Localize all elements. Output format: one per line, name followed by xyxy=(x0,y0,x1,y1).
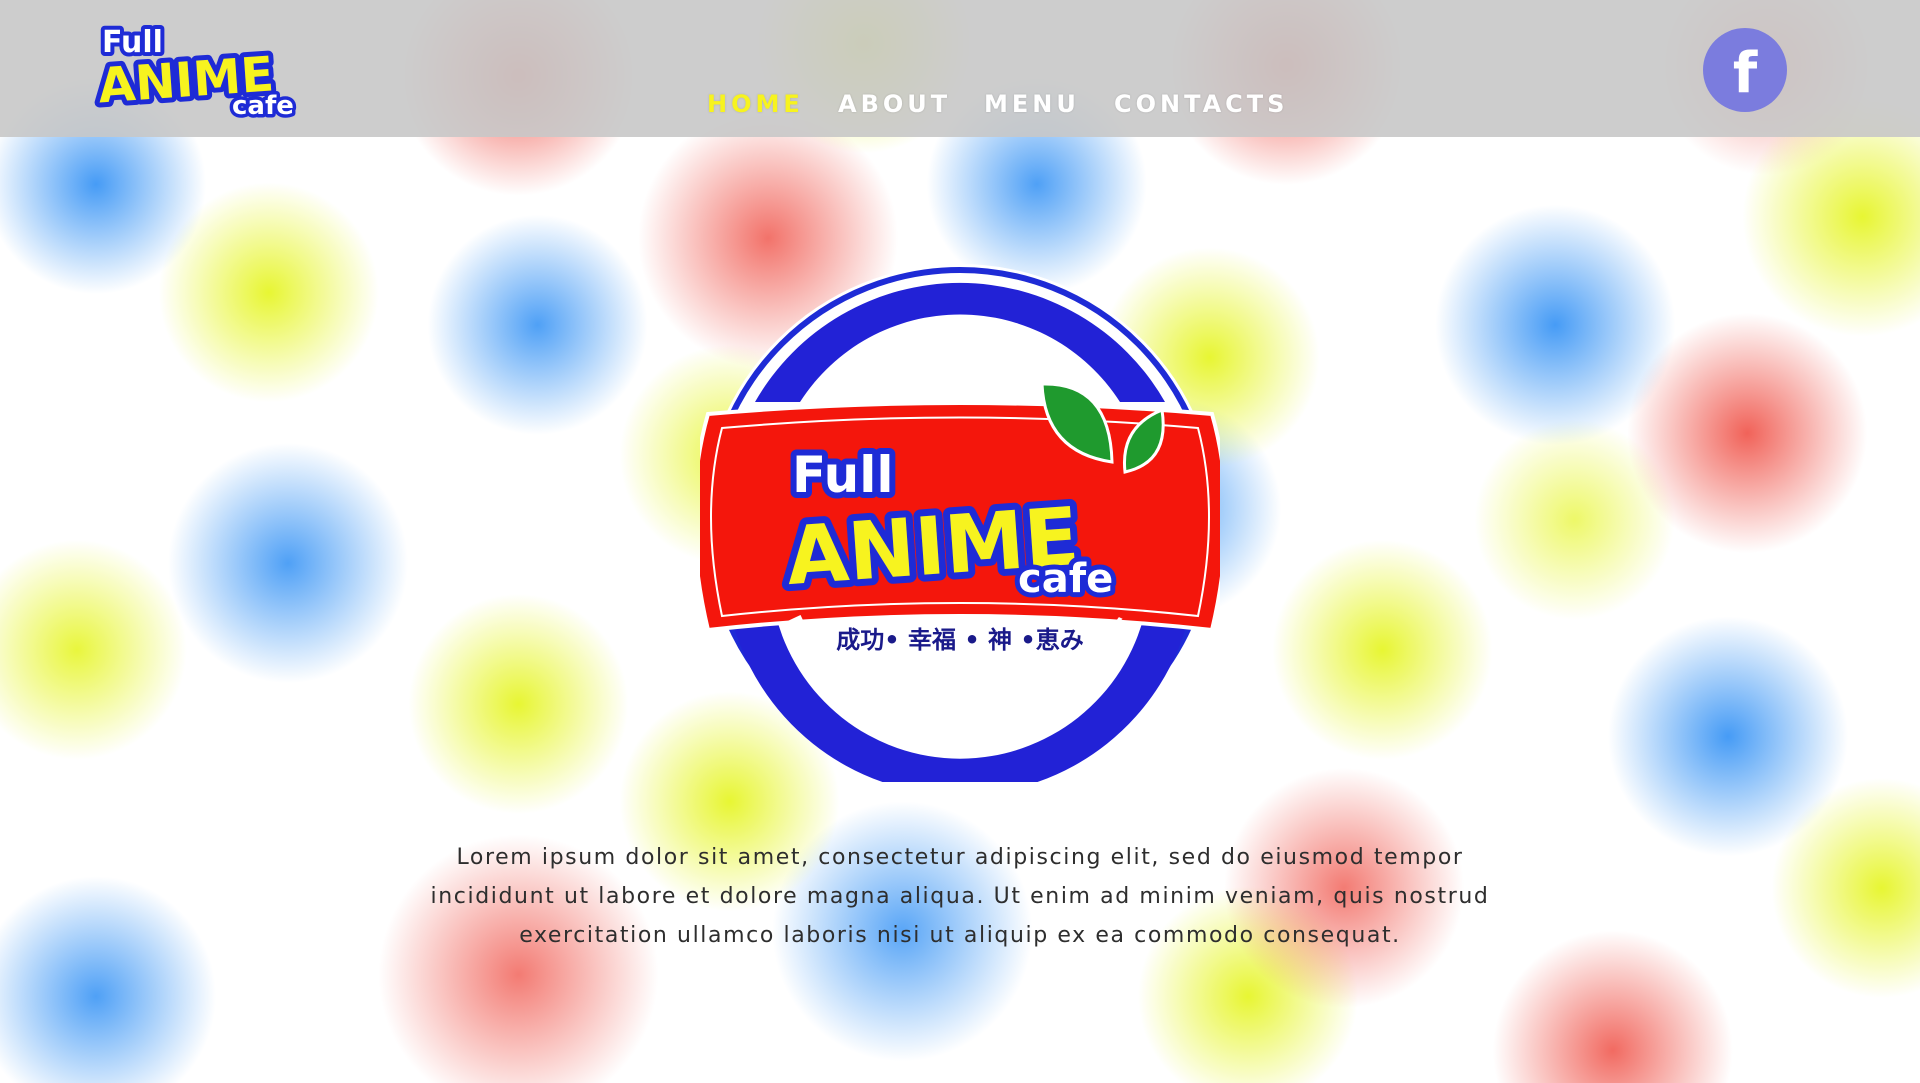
intro-line: exercitation ullamco laboris nisi ut ali… xyxy=(519,923,1401,948)
facebook-button[interactable]: f xyxy=(1703,28,1787,112)
emblem-cafe-text: cafe xyxy=(1018,556,1113,602)
facebook-glyph: f xyxy=(1733,41,1758,106)
nav-contacts[interactable]: Contacts xyxy=(1114,90,1288,118)
site-header: Full ANIME cafe Home About Menu Contacts… xyxy=(0,0,1920,137)
emblem-japanese-text: 成功• 幸福 • 神 •恵み xyxy=(836,626,1083,654)
facebook-icon: f xyxy=(1733,41,1758,106)
intro-line: incididunt ut labore et dolore magna ali… xyxy=(430,884,1490,909)
intro-line: Lorem ipsum dolor sit amet, consectetur … xyxy=(456,845,1464,870)
nav-about[interactable]: About xyxy=(838,90,951,118)
emblem-full-text: Full xyxy=(792,446,894,504)
cafe-emblem: Full ANIME cafe 成功• 幸福 • 神 •恵み MILKTEA• … xyxy=(692,262,1228,796)
nav-menu[interactable]: Menu xyxy=(984,90,1080,118)
intro-paragraph: Lorem ipsum dolor sit amet, consectetur … xyxy=(420,838,1500,955)
cafe-emblem-graphic: Full ANIME cafe 成功• 幸福 • 神 •恵み MILKTEA• … xyxy=(692,264,1228,796)
main-nav: Home About Menu Contacts xyxy=(0,90,1920,130)
nav-home[interactable]: Home xyxy=(707,90,804,118)
